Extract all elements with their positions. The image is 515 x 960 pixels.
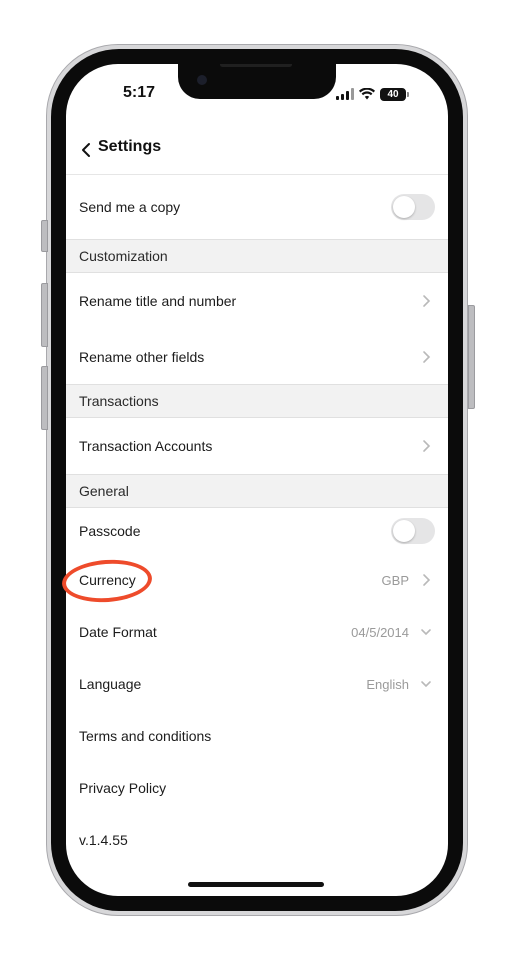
chevron-right-icon: [423, 350, 431, 363]
settings-list: Send me a copy Customization Rename titl…: [66, 175, 448, 866]
notch: [178, 64, 336, 99]
date-format-label: Date Format: [79, 624, 157, 640]
transaction-accounts-label: Transaction Accounts: [79, 438, 213, 454]
front-camera: [197, 75, 207, 85]
chevron-down-icon: [421, 681, 431, 688]
currency-value: GBP: [381, 572, 409, 588]
version-row: v.1.4.55: [66, 814, 448, 866]
nav-bar: Settings: [66, 128, 448, 172]
wifi-icon: [359, 88, 375, 100]
chevron-right-icon: [423, 440, 431, 452]
terms-row[interactable]: Terms and conditions: [66, 710, 448, 762]
battery-icon: 40: [380, 87, 409, 101]
section-header-transactions: Transactions: [66, 384, 448, 418]
date-format-value: 04/5/2014: [351, 624, 409, 640]
back-button[interactable]: [74, 136, 98, 164]
phone-screen: 5:17 40 Settings Send me a copy Customiz…: [66, 64, 448, 896]
status-icons: 40: [336, 84, 409, 104]
toggle-knob: [393, 196, 415, 218]
transaction-accounts-row[interactable]: Transaction Accounts: [66, 418, 448, 474]
toggle-knob: [393, 520, 415, 542]
chevron-down-icon: [421, 629, 431, 636]
send-copy-label: Send me a copy: [79, 199, 181, 215]
rename-fields-row[interactable]: Rename other fields: [66, 329, 448, 384]
rename-fields-label: Rename other fields: [79, 348, 205, 365]
scrolled-off-row: [66, 168, 448, 175]
chevron-right-icon: [423, 295, 431, 307]
page-title: Settings: [98, 138, 162, 155]
power-button: [468, 305, 475, 409]
rename-title-label: Rename title and number: [79, 293, 237, 309]
privacy-link[interactable]: Privacy Policy: [79, 780, 166, 796]
volume-up-button: [41, 283, 48, 347]
language-row[interactable]: Language English: [66, 658, 448, 710]
speaker-grille: [220, 64, 292, 67]
signal-icon: [336, 88, 354, 100]
version-label: v.1.4.55: [79, 832, 128, 848]
language-value: English: [366, 676, 409, 692]
privacy-row[interactable]: Privacy Policy: [66, 762, 448, 814]
send-copy-row: Send me a copy: [66, 175, 448, 239]
passcode-row: Passcode: [66, 508, 448, 554]
passcode-toggle[interactable]: [391, 518, 435, 544]
chevron-right-icon: [423, 574, 431, 586]
chevron-left-icon: [82, 143, 90, 157]
date-format-row[interactable]: Date Format 04/5/2014: [66, 606, 448, 658]
section-header-customization: Customization: [66, 239, 448, 273]
send-copy-toggle[interactable]: [391, 194, 435, 220]
language-label: Language: [79, 676, 142, 692]
status-time: 5:17: [123, 84, 156, 101]
terms-link[interactable]: Terms and conditions: [79, 728, 211, 744]
section-header-general: General: [66, 474, 448, 508]
passcode-label: Passcode: [79, 523, 141, 539]
volume-down-button: [41, 366, 48, 430]
mute-switch: [41, 220, 48, 252]
rename-title-row[interactable]: Rename title and number: [66, 273, 448, 329]
home-indicator: [188, 882, 324, 887]
